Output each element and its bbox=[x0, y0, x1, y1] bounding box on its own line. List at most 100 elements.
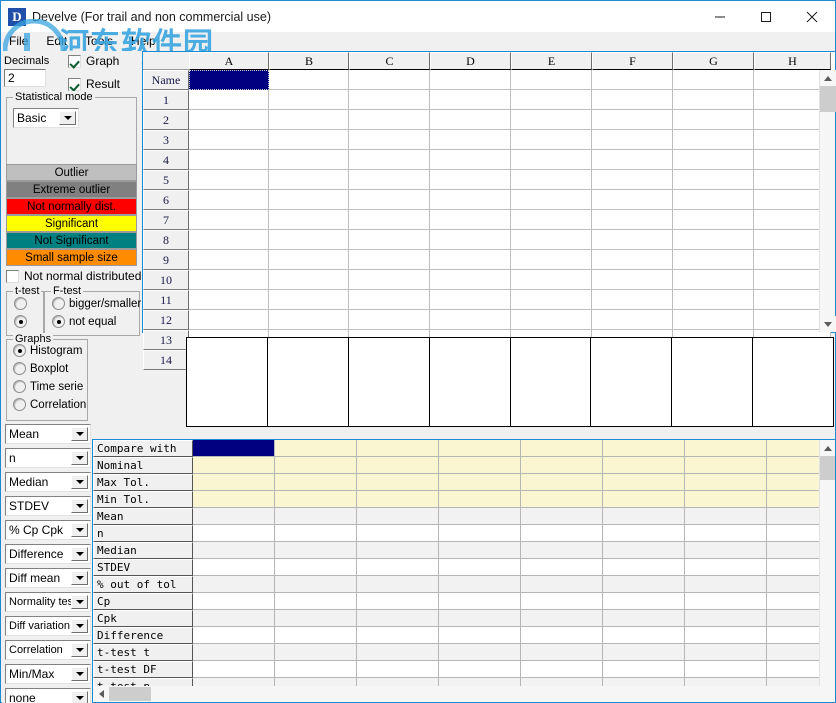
graph-pane-7[interactable] bbox=[672, 338, 754, 426]
results-cell[interactable] bbox=[603, 491, 685, 508]
results-cell[interactable] bbox=[439, 644, 521, 661]
spreadsheet-cell-E5[interactable] bbox=[511, 170, 592, 190]
graphs-radio-0[interactable] bbox=[13, 344, 26, 357]
t-test-radio-1[interactable] bbox=[14, 315, 27, 328]
stat-select-7[interactable]: Normality test bbox=[5, 592, 91, 612]
spreadsheet-cell-C1[interactable] bbox=[349, 90, 430, 110]
results-cell[interactable] bbox=[439, 491, 521, 508]
spreadsheet-cell-F6[interactable] bbox=[592, 190, 673, 210]
spreadsheet-cell-E8[interactable] bbox=[511, 230, 592, 250]
results-cell[interactable] bbox=[275, 559, 357, 576]
spreadsheet-cell-B8[interactable] bbox=[269, 230, 349, 250]
results-cell[interactable] bbox=[357, 508, 439, 525]
spreadsheet-cell-E3[interactable] bbox=[511, 130, 592, 150]
spreadsheet-cell-A9[interactable] bbox=[189, 250, 269, 270]
spreadsheet-cell-BName[interactable] bbox=[269, 70, 349, 90]
spreadsheet-cell-B4[interactable] bbox=[269, 150, 349, 170]
spreadsheet-cell-C7[interactable] bbox=[349, 210, 430, 230]
results-cell[interactable] bbox=[439, 593, 521, 610]
spreadsheet-cell-E6[interactable] bbox=[511, 190, 592, 210]
results-cell[interactable] bbox=[439, 457, 521, 474]
graph-checkbox[interactable]: Graph bbox=[68, 54, 119, 68]
spreadsheet-cell-F10[interactable] bbox=[592, 270, 673, 290]
results-cell[interactable] bbox=[685, 559, 767, 576]
results-cell[interactable] bbox=[357, 559, 439, 576]
results-cell[interactable] bbox=[603, 593, 685, 610]
spreadsheet-row-header-12[interactable]: 12 bbox=[143, 310, 189, 330]
spreadsheet-cell-C9[interactable] bbox=[349, 250, 430, 270]
results-cell[interactable] bbox=[521, 491, 603, 508]
results-cell[interactable] bbox=[439, 525, 521, 542]
spreadsheet-cell-E2[interactable] bbox=[511, 110, 592, 130]
results-cell[interactable] bbox=[193, 440, 275, 457]
spreadsheet-cell-E11[interactable] bbox=[511, 290, 592, 310]
results-cell[interactable] bbox=[521, 474, 603, 491]
spreadsheet-cell-A6[interactable] bbox=[189, 190, 269, 210]
spreadsheet-row-header-6[interactable]: 6 bbox=[143, 190, 189, 210]
scroll-up-icon[interactable] bbox=[820, 440, 835, 456]
results-row-header--out-of-tol[interactable]: % out of tol bbox=[93, 576, 193, 593]
results-cell[interactable] bbox=[193, 627, 275, 644]
results-cell[interactable] bbox=[275, 627, 357, 644]
scroll-left-icon[interactable] bbox=[93, 686, 109, 702]
maximize-icon[interactable] bbox=[743, 1, 789, 32]
results-cell[interactable] bbox=[685, 627, 767, 644]
results-row-header-cpk[interactable]: Cpk bbox=[93, 610, 193, 627]
chevron-down-icon[interactable] bbox=[71, 427, 88, 441]
results-cell[interactable] bbox=[193, 457, 275, 474]
graphs-radio-3[interactable] bbox=[13, 398, 26, 411]
results-row-header-stdev[interactable]: STDEV bbox=[93, 559, 193, 576]
minimize-icon[interactable] bbox=[697, 1, 743, 32]
results-cell[interactable] bbox=[603, 610, 685, 627]
menu-item-edit[interactable]: Edit bbox=[37, 32, 76, 51]
results-cell[interactable] bbox=[685, 593, 767, 610]
results-cell[interactable] bbox=[275, 593, 357, 610]
spreadsheet-cell-AName[interactable] bbox=[189, 70, 269, 90]
spreadsheet-cell-G10[interactable] bbox=[673, 270, 754, 290]
spreadsheet-cell-B10[interactable] bbox=[269, 270, 349, 290]
spreadsheet-cell-F7[interactable] bbox=[592, 210, 673, 230]
results-cell[interactable] bbox=[603, 542, 685, 559]
results-cell[interactable] bbox=[193, 525, 275, 542]
spreadsheet-cell-C11[interactable] bbox=[349, 290, 430, 310]
f-test-option-not-equal[interactable]: not equal bbox=[52, 315, 116, 328]
spreadsheet-cell-G5[interactable] bbox=[673, 170, 754, 190]
results-cell[interactable] bbox=[193, 593, 275, 610]
results-cell[interactable] bbox=[357, 627, 439, 644]
results-cell[interactable] bbox=[357, 491, 439, 508]
spreadsheet-cell-G9[interactable] bbox=[673, 250, 754, 270]
results-cell[interactable] bbox=[275, 474, 357, 491]
results-cell[interactable] bbox=[521, 627, 603, 644]
graph-pane-5[interactable] bbox=[510, 338, 592, 426]
spreadsheet-cell-D10[interactable] bbox=[430, 270, 511, 290]
results-cell[interactable] bbox=[603, 661, 685, 678]
spreadsheet-cell-G7[interactable] bbox=[673, 210, 754, 230]
results-cell[interactable] bbox=[439, 440, 521, 457]
data-spreadsheet[interactable]: ABCDEFGH Name 1 2 3 4 5 6 7 8 9 10 11 12 13 14 bbox=[142, 51, 836, 370]
results-scroll-thumb[interactable] bbox=[820, 456, 835, 480]
results-cell[interactable] bbox=[603, 644, 685, 661]
spreadsheet-cell-D12[interactable] bbox=[430, 310, 511, 330]
spreadsheet-row-header-1[interactable]: 1 bbox=[143, 90, 189, 110]
spreadsheet-cell-B5[interactable] bbox=[269, 170, 349, 190]
results-cell[interactable] bbox=[193, 610, 275, 627]
spreadsheet-cell-G1[interactable] bbox=[673, 90, 754, 110]
f-test-radio-0[interactable] bbox=[52, 297, 65, 310]
chevron-down-icon[interactable] bbox=[71, 595, 88, 609]
spreadsheet-cell-C10[interactable] bbox=[349, 270, 430, 290]
not-normal-distributed-checkbox-box[interactable] bbox=[6, 269, 19, 283]
results-cell[interactable] bbox=[521, 440, 603, 457]
results-cell[interactable] bbox=[275, 525, 357, 542]
spreadsheet-cell-E10[interactable] bbox=[511, 270, 592, 290]
spreadsheet-cell-F2[interactable] bbox=[592, 110, 673, 130]
spreadsheet-cell-A11[interactable] bbox=[189, 290, 269, 310]
spreadsheet-cell-E9[interactable] bbox=[511, 250, 592, 270]
spreadsheet-cell-D11[interactable] bbox=[430, 290, 511, 310]
spreadsheet-cell-G6[interactable] bbox=[673, 190, 754, 210]
spreadsheet-cell-C6[interactable] bbox=[349, 190, 430, 210]
results-cells[interactable] bbox=[193, 440, 835, 695]
spreadsheet-row-header-4[interactable]: 4 bbox=[143, 150, 189, 170]
stat-select-3[interactable]: STDEV bbox=[5, 496, 91, 516]
results-cell[interactable] bbox=[685, 576, 767, 593]
graphs-option-boxplot[interactable]: Boxplot bbox=[13, 362, 68, 375]
